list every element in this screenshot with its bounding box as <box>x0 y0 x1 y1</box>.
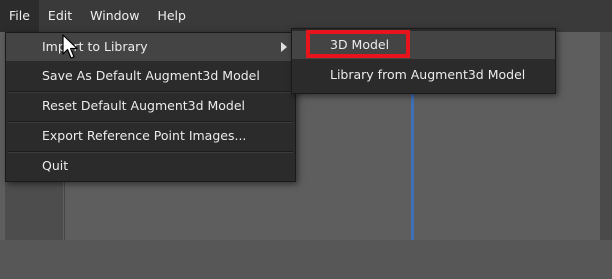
submenu-arrow-icon <box>281 42 287 52</box>
mouse-cursor-icon <box>62 34 78 59</box>
menu-item-import-to-library[interactable]: Import to Library <box>6 33 295 61</box>
menu-item-export-reference-images[interactable]: Export Reference Point Images... <box>6 122 295 150</box>
highlight-annotation-box <box>306 30 410 58</box>
menu-help[interactable]: Help <box>148 0 195 32</box>
viewport-axis-line <box>411 92 414 247</box>
menu-edit[interactable]: Edit <box>39 0 81 32</box>
menu-item-reset-default-model[interactable]: Reset Default Augment3d Model <box>6 92 295 120</box>
submenu-item-library-from-model[interactable]: Library from Augment3d Model <box>292 61 555 89</box>
menu-item-label: Library from Augment3d Model <box>330 67 526 82</box>
menu-item-label: Reset Default Augment3d Model <box>42 98 246 113</box>
menu-item-quit[interactable]: Quit <box>6 152 295 180</box>
menu-window[interactable]: Window <box>81 0 148 32</box>
viewport-right-panel <box>600 32 612 247</box>
menu-item-label: Quit <box>42 158 69 173</box>
menu-item-save-default-model[interactable]: Save As Default Augment3d Model <box>6 62 295 90</box>
viewport-bottom-panel <box>0 240 612 279</box>
file-menu-dropdown: Import to Library Save As Default Augmen… <box>5 32 296 182</box>
menu-item-label: Save As Default Augment3d Model <box>42 68 260 83</box>
menu-item-label: Export Reference Point Images... <box>42 128 247 143</box>
menu-item-label: Import to Library <box>42 39 148 54</box>
menu-file[interactable]: File <box>0 0 39 32</box>
